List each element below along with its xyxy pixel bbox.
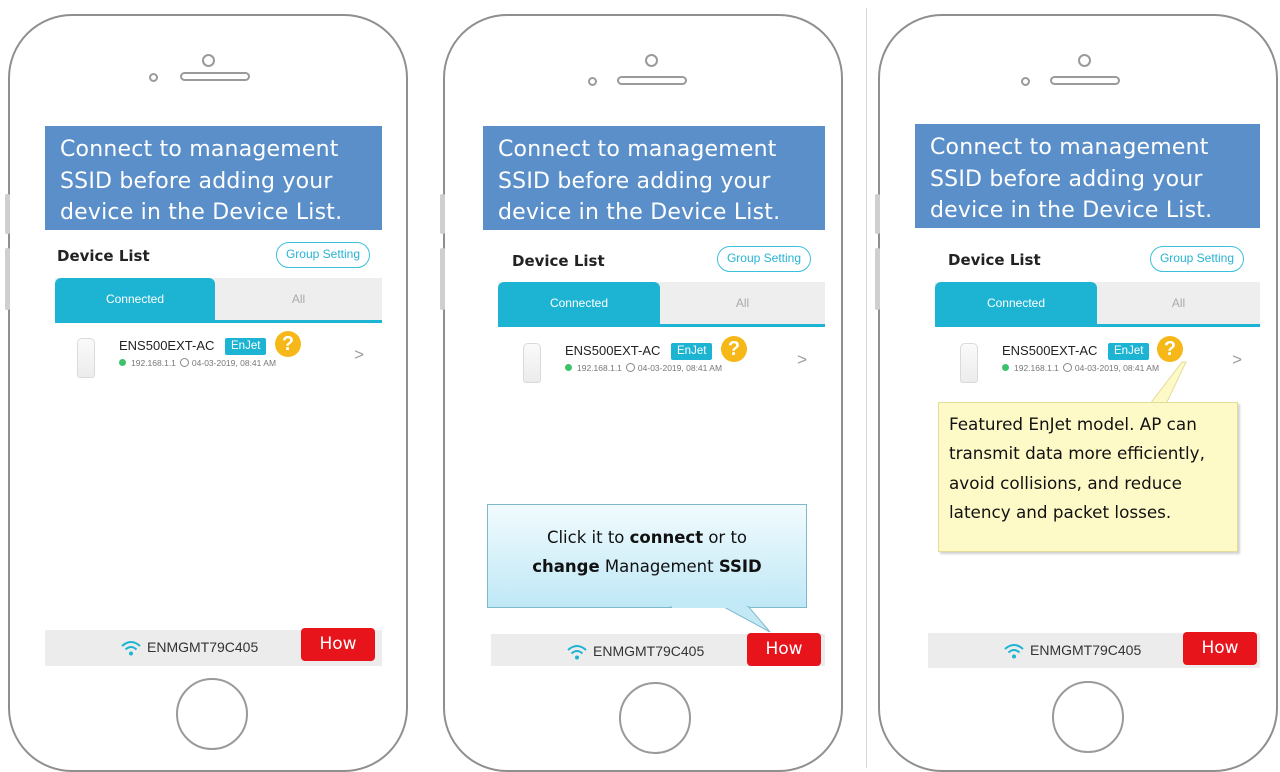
tab-connected[interactable]: Connected xyxy=(935,282,1097,324)
device-image xyxy=(960,343,978,383)
tooltip-pointer xyxy=(670,606,771,633)
group-setting-button[interactable]: Group Setting xyxy=(275,242,370,268)
tab-bar: Connected All xyxy=(55,278,382,323)
device-ip: 192.168.1.1 xyxy=(1014,363,1059,373)
tab-bar: Connected All xyxy=(935,282,1260,327)
device-status: 192.168.1.1 04-03-2019, 08:41 AM xyxy=(119,358,276,368)
chevron-right-icon: > xyxy=(1232,350,1242,369)
sensor-dot xyxy=(1021,77,1030,86)
home-button-icon[interactable] xyxy=(619,682,691,754)
speaker-icon xyxy=(1050,76,1120,85)
clock-icon xyxy=(179,358,189,368)
enjet-info-note: Featured EnJet model. AP can transmit da… xyxy=(938,402,1238,552)
side-button xyxy=(5,248,10,310)
instruction-banner: Connect to management SSID before adding… xyxy=(45,126,382,230)
tab-all[interactable]: All xyxy=(215,278,382,320)
sensor-dot xyxy=(149,73,158,82)
device-list-title: Device List xyxy=(512,252,605,270)
how-button[interactable]: How xyxy=(747,633,821,666)
camera-icon xyxy=(645,54,658,67)
device-image xyxy=(77,338,95,378)
tab-bar: Connected All xyxy=(498,282,825,327)
help-icon[interactable]: ? xyxy=(1157,336,1183,362)
side-button xyxy=(440,194,445,234)
device-timestamp: 04-03-2019, 08:41 AM xyxy=(191,358,277,368)
side-button xyxy=(5,194,10,234)
device-row[interactable]: ENS500EXT-AC EnJet ? 192.168.1.1 04-03-20… xyxy=(491,331,825,391)
device-ip: 192.168.1.1 xyxy=(577,363,622,373)
wifi-icon xyxy=(567,645,587,660)
device-list-title: Device List xyxy=(57,247,150,265)
note-pointer xyxy=(1148,361,1187,406)
device-status: 192.168.1.1 04-03-2019, 08:41 AM xyxy=(565,363,722,373)
side-button xyxy=(440,248,445,310)
tab-all[interactable]: All xyxy=(1097,282,1260,324)
connect-tooltip: Click it to connect or to change Managem… xyxy=(487,504,807,608)
ssid-name: ENMGMT79C405 xyxy=(1030,642,1142,658)
device-ip: 192.168.1.1 xyxy=(131,358,176,368)
instruction-banner: Connect to management SSID before adding… xyxy=(483,126,825,230)
device-image xyxy=(523,343,541,383)
clock-icon xyxy=(625,363,635,373)
device-name: ENS500EXT-AC xyxy=(1002,343,1098,358)
group-setting-button[interactable]: Group Setting xyxy=(716,246,811,272)
tab-connected[interactable]: Connected xyxy=(498,282,660,324)
side-button xyxy=(875,194,880,234)
device-name: ENS500EXT-AC xyxy=(565,343,661,358)
chevron-right-icon: > xyxy=(354,345,364,364)
device-timestamp: 04-03-2019, 08:41 AM xyxy=(637,363,723,373)
device-row[interactable]: ENS500EXT-AC EnJet ? 192.168.1.1 04-03-20… xyxy=(45,326,382,386)
home-button-icon[interactable] xyxy=(176,678,248,750)
help-icon[interactable]: ? xyxy=(721,336,747,362)
tab-all[interactable]: All xyxy=(660,282,825,324)
online-dot xyxy=(119,359,126,367)
home-button-icon[interactable] xyxy=(1052,681,1124,753)
wifi-icon xyxy=(1004,644,1024,659)
screen-1: Connect to management SSID before adding… xyxy=(45,126,382,666)
device-list-title: Device List xyxy=(948,251,1041,269)
online-dot xyxy=(1002,364,1009,372)
instruction-banner: Connect to management SSID before adding… xyxy=(915,124,1260,228)
how-button[interactable]: How xyxy=(1183,632,1257,665)
speaker-icon xyxy=(180,72,250,81)
speaker-icon xyxy=(617,76,687,85)
panel-divider xyxy=(866,8,867,768)
device-row[interactable]: ENS500EXT-AC EnJet ? 192.168.1.1 04-03-20… xyxy=(928,331,1260,391)
ssid-name: ENMGMT79C405 xyxy=(147,639,259,655)
chevron-right-icon: > xyxy=(797,350,807,369)
enjet-badge: EnJet xyxy=(225,338,267,355)
enjet-badge: EnJet xyxy=(671,343,713,360)
clock-icon xyxy=(1062,363,1072,373)
device-status: 192.168.1.1 04-03-2019, 08:41 AM xyxy=(1002,363,1159,373)
enjet-badge: EnJet xyxy=(1108,343,1150,360)
wifi-icon xyxy=(121,641,141,656)
side-button xyxy=(875,248,880,310)
online-dot xyxy=(565,364,572,372)
help-icon[interactable]: ? xyxy=(275,331,301,357)
camera-icon xyxy=(1078,54,1091,67)
how-button[interactable]: How xyxy=(301,628,375,661)
camera-icon xyxy=(202,54,215,67)
ssid-name: ENMGMT79C405 xyxy=(593,643,705,659)
device-name: ENS500EXT-AC xyxy=(119,338,215,353)
sensor-dot xyxy=(588,77,597,86)
screen-3: Connect to management SSID before adding… xyxy=(915,124,1260,668)
group-setting-button[interactable]: Group Setting xyxy=(1149,246,1244,272)
tab-connected[interactable]: Connected xyxy=(55,278,215,320)
